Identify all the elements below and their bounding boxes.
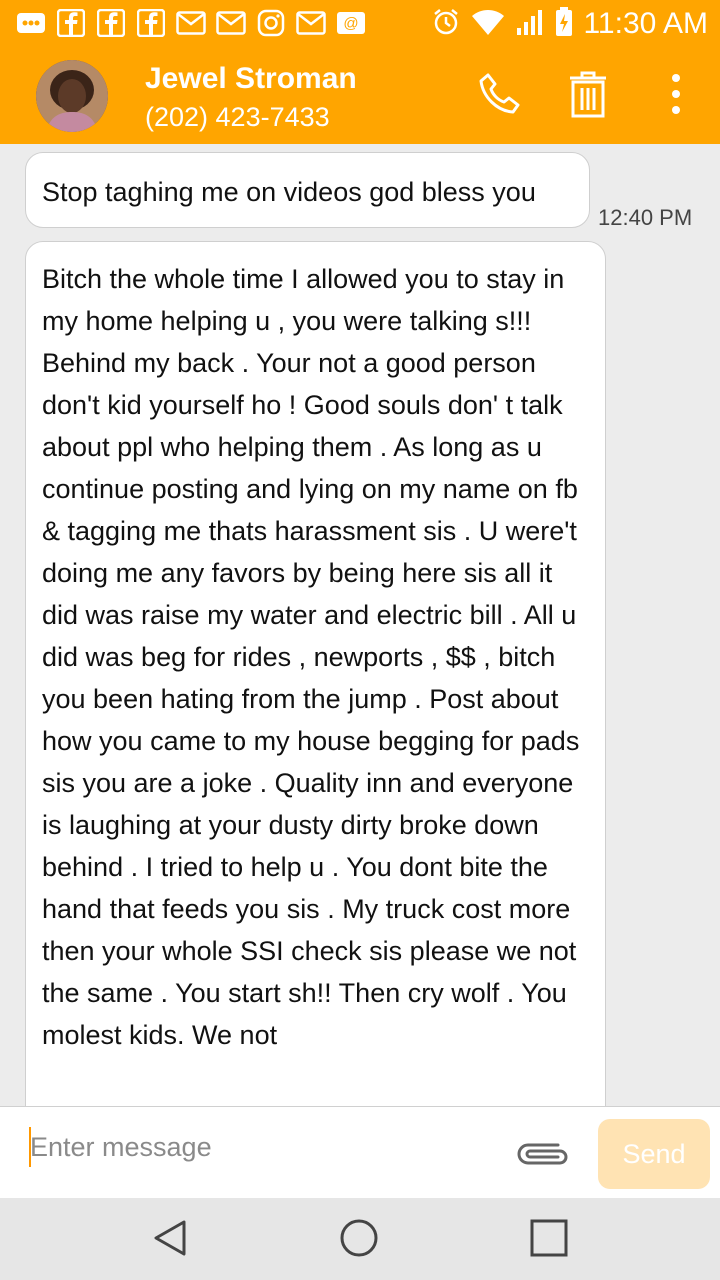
home-button[interactable] <box>335 1216 383 1264</box>
gmail-icon <box>296 8 326 38</box>
signal-icon <box>515 8 545 41</box>
delete-icon <box>568 70 608 123</box>
gmail-icon <box>176 8 206 38</box>
message-bubble[interactable]: Stop taghing me on videos god bless you <box>25 152 590 228</box>
alarm-icon <box>431 7 461 42</box>
svg-text:@: @ <box>343 15 358 32</box>
battery-icon <box>555 6 573 42</box>
gmail-icon <box>216 8 246 38</box>
system-nav-bar <box>0 1198 720 1280</box>
send-button[interactable]: Send <box>598 1119 710 1189</box>
recents-icon <box>529 1218 569 1263</box>
overflow-menu-icon <box>670 72 682 121</box>
contact-avatar[interactable] <box>36 60 108 132</box>
conversation-header: Jewel Stroman (202) 423-7433 <box>0 48 720 144</box>
message-time: 12:40 PM <box>598 205 693 230</box>
message-bubble[interactable]: Bitch the whole time I allowed you to st… <box>25 241 606 1106</box>
clock-time: 11:30 AM <box>583 7 708 40</box>
status-icons: 11:30 AM <box>431 6 708 42</box>
instagram-icon <box>256 8 286 38</box>
message-text: Bitch the whole time I allowed you to st… <box>42 264 580 1050</box>
back-icon <box>150 1218 190 1263</box>
email-icon: @ <box>336 8 366 38</box>
home-icon <box>339 1218 379 1263</box>
attach-button[interactable] <box>514 1137 574 1171</box>
message-thread[interactable]: Stop taghing me on videos god bless you … <box>0 144 720 1106</box>
facebook-icon <box>96 8 126 38</box>
message-input[interactable] <box>30 1129 490 1165</box>
overflow-menu-button[interactable] <box>648 68 704 124</box>
delete-button[interactable] <box>560 68 616 124</box>
back-button[interactable] <box>146 1216 194 1264</box>
notification-icons: @ <box>16 8 366 38</box>
message-text: Stop taghing me on videos god bless you <box>42 177 536 207</box>
contact-number: (202) 423-7433 <box>145 102 330 132</box>
contact-name: Jewel Stroman <box>145 62 357 95</box>
paperclip-icon <box>514 1143 574 1175</box>
status-bar: @ 11:30 AM <box>0 0 720 48</box>
more-icon <box>16 8 46 38</box>
wifi-icon <box>471 8 505 41</box>
message-composer: Send <box>0 1106 720 1199</box>
call-button[interactable] <box>472 68 528 124</box>
call-icon <box>476 70 524 123</box>
facebook-icon <box>136 8 166 38</box>
recents-button[interactable] <box>525 1216 573 1264</box>
facebook-icon <box>56 8 86 38</box>
